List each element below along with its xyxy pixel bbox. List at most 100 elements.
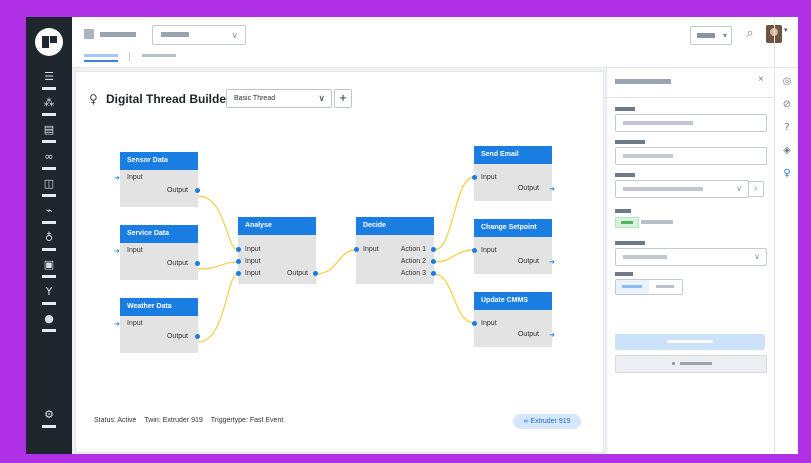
port-input: Input [127,320,143,327]
port-dot[interactable] [313,271,318,276]
wire [433,176,475,251]
twin-badge-label: Extruder 919 [530,418,571,425]
node-update-cmms[interactable]: Update CMMS Input Output ➔ [472,292,555,347]
tab-separator [129,52,130,61]
node-send-email[interactable]: Send Email Input Output ➔ [472,146,555,201]
user-dropdown[interactable]: ▾ [690,26,732,45]
status-twin: Twin: Extruder 919 [144,417,203,424]
arrow-right-icon: ➔ [549,258,555,266]
node-change-setpoint[interactable]: Change Setpoint Input Output ➔ [472,219,555,274]
builder-canvas: ♀ Digital Thread Builder Basic Thread ∨ +… [72,68,606,454]
nav-item-store[interactable]: ▣ [33,259,65,285]
nav-item-chart[interactable]: ⌁ [33,205,65,231]
arrow-right-icon: ➔ [114,174,120,182]
apply-button[interactable] [615,334,765,350]
hierarchy-icon: ⁂ [43,96,55,109]
port-input: Input [363,246,379,253]
tab-inactive[interactable] [142,54,176,57]
port-dot[interactable] [431,271,436,276]
nav-item-globe[interactable]: ● [33,313,65,339]
search-icon[interactable]: ⌕ [748,181,764,197]
port-output: Output [166,187,188,194]
bulb-icon: ♁ [44,231,54,244]
field-label [615,209,631,213]
port-action-3: Action 3 [400,270,426,277]
branch-icon: Y [45,285,53,298]
panel-title [615,79,671,84]
text-field[interactable] [615,147,767,165]
port-dot[interactable] [472,175,477,180]
port-input: Input [245,270,261,277]
port-action-2: Action 2 [400,258,426,265]
properties-panel: × ∨ ⌕ ∨ [606,68,775,454]
nav-item-database[interactable]: ▤ [33,124,65,150]
tab-active-underline [84,60,118,62]
search-icon[interactable]: ⌕ [742,26,758,42]
layers-icon[interactable]: ◈ [780,144,794,158]
node-sensor-data[interactable]: Sensor Data ➔ Input Output [114,152,200,207]
port-action-1: Action 1 [400,246,426,253]
status-bar: Status: Active Twin: Extruder 919 Triggert… [94,417,291,424]
port-dot[interactable] [195,334,200,339]
list-icon: ☰ [44,70,54,83]
port-output: Output [517,331,539,338]
port-output: Output [166,333,188,340]
port-dot[interactable] [472,321,477,326]
text-field[interactable] [615,114,767,132]
header-dropdown[interactable]: ∨ [152,25,246,45]
bot-icon[interactable]: ◎ [780,75,794,89]
nav-item-link[interactable]: ∞ [33,151,65,177]
nav-item-branch[interactable]: Y [33,286,65,312]
port-input: Input [245,258,261,265]
nav-item-settings[interactable]: ⚙ [33,409,65,435]
store-icon: ▣ [43,258,55,271]
port-dot[interactable] [472,248,477,253]
port-dot[interactable] [431,247,436,252]
close-icon[interactable]: × [758,73,764,87]
node-title: Weather Data [120,298,198,316]
nav-item-list[interactable]: ☰ [33,71,65,97]
chevron-down-icon: ∨ [754,252,760,261]
node-title: Service Data [120,225,198,243]
port-dot[interactable] [195,261,200,266]
globe-icon: ● [44,312,54,325]
segmented-toggle[interactable] [615,279,683,295]
port-dot[interactable] [354,247,359,252]
bulb-icon[interactable]: ♀ [780,167,794,181]
select-field[interactable]: ∨ [615,180,749,198]
nav-item-hierarchy[interactable]: ⁂ [33,97,65,123]
segment-inactive[interactable] [650,280,682,294]
port-dot[interactable] [236,271,241,276]
left-nav-rail: ☰ ⁂ ▤ ∞ ◫ ⌁ ♁ ▣ Y ● ⚙ [26,17,72,454]
right-icon-strip: ◎ ⊘ ? ◈ ♀ [774,68,798,454]
wire [197,195,239,251]
port-dot[interactable] [195,188,200,193]
node-service-data[interactable]: Service Data ➔ Input Output [114,225,200,280]
window-frame: ☰ ⁂ ▤ ∞ ◫ ⌁ ♁ ▣ Y ● ⚙ ∨ ▾ ⌕ ▾ ♀ Digital … [0,0,811,463]
node-weather-data[interactable]: Weather Data ➔ Input Output [114,298,200,353]
port-output: Output [517,258,539,265]
select-field[interactable]: ∨ [615,248,767,266]
help-icon[interactable]: ? [780,121,794,135]
tab-active[interactable] [84,54,118,57]
status-state: Status: Active [94,417,137,424]
twin-badge[interactable]: ∞ Extruder 919 [513,414,581,429]
wire [433,249,475,263]
nav-item-bulb[interactable]: ♁ [33,232,65,258]
compass-icon[interactable]: ⊘ [780,98,794,112]
app-window: ☰ ⁂ ▤ ∞ ◫ ⌁ ♁ ▣ Y ● ⚙ ∨ ▾ ⌕ ▾ ♀ Digital … [26,17,798,454]
node-decide[interactable]: Decide Input Action 1 Action 2 Action 3 [354,217,436,284]
header-breadcrumb[interactable] [100,32,136,37]
nav-item-assets[interactable]: ◫ [33,178,65,204]
secondary-button[interactable] [615,355,767,373]
node-analyse[interactable]: Analyse Input Input Input Output [236,217,318,284]
arrow-right-icon: ➔ [114,320,120,328]
segment-active[interactable] [616,280,649,294]
port-output: Output [166,260,188,267]
port-dot[interactable] [431,259,436,264]
port-dot[interactable] [236,247,241,252]
app-logo[interactable] [35,28,63,56]
port-input: Input [481,174,497,181]
wire [197,261,239,270]
port-dot[interactable] [236,259,241,264]
